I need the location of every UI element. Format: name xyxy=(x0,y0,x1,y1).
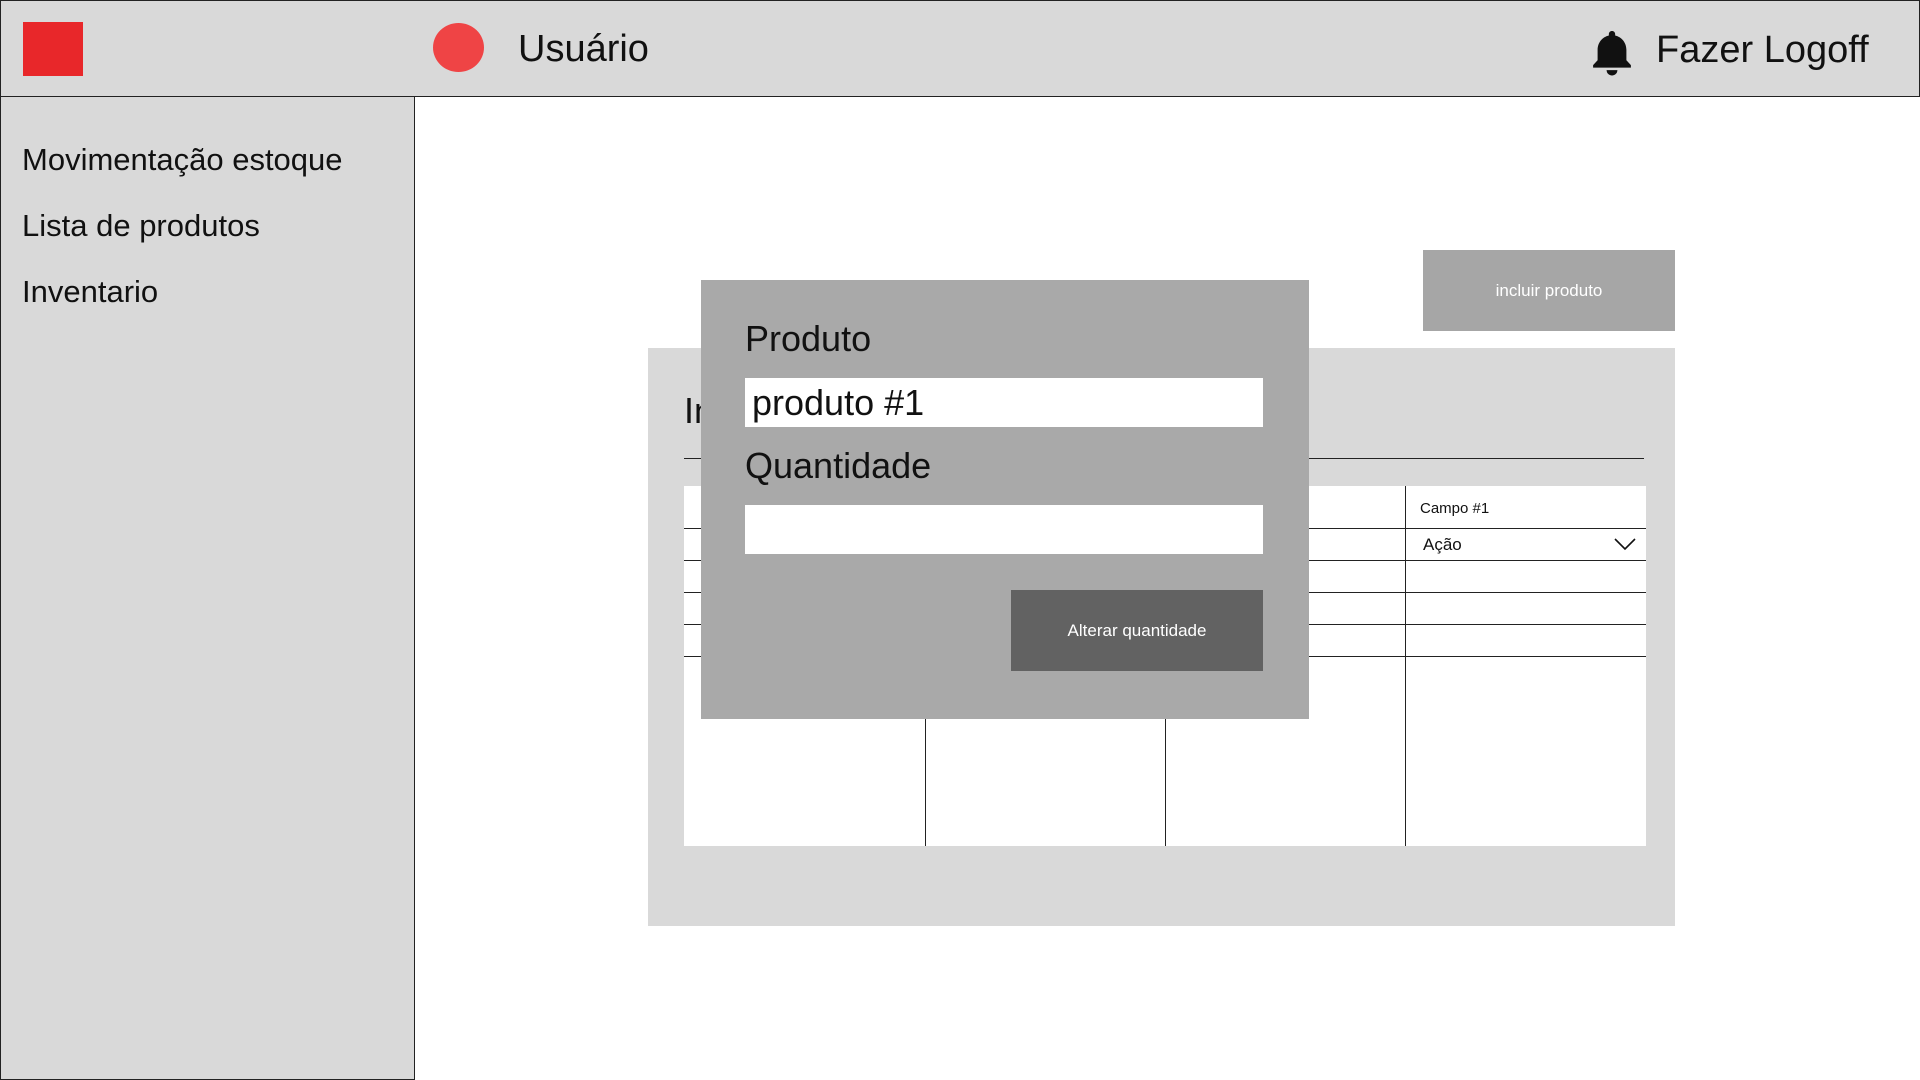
app-logo[interactable] xyxy=(23,22,83,76)
action-select-value: Ação xyxy=(1423,535,1462,554)
change-quantity-button[interactable]: Alterar quantidade xyxy=(1011,590,1263,671)
logoff-link[interactable]: Fazer Logoff xyxy=(1656,28,1869,72)
sidebar: Movimentação estoque Lista de produtos I… xyxy=(0,96,415,1080)
product-label: Produto xyxy=(745,318,872,359)
action-select[interactable]: Ação xyxy=(1405,529,1646,560)
sidebar-item-inventario[interactable]: Inventario xyxy=(22,274,158,310)
sidebar-item-lista-de-produtos[interactable]: Lista de produtos xyxy=(22,208,260,244)
quantity-input[interactable] xyxy=(745,505,1263,554)
bell-icon[interactable] xyxy=(1585,25,1639,81)
quantity-label: Quantidade xyxy=(745,445,932,486)
add-product-button[interactable]: incluir produto xyxy=(1423,250,1675,331)
top-bar: Usuário Fazer Logoff xyxy=(0,0,1920,97)
username-label: Usuário xyxy=(518,28,649,70)
edit-quantity-modal: Produto Quantidade Alterar quantidade xyxy=(701,280,1309,719)
chevron-down-icon xyxy=(1614,538,1636,551)
product-input[interactable] xyxy=(745,378,1263,427)
sidebar-item-movimentacao-estoque[interactable]: Movimentação estoque xyxy=(22,142,343,178)
user-avatar[interactable] xyxy=(433,23,484,72)
column-header: Campo #1 xyxy=(1420,500,1490,517)
